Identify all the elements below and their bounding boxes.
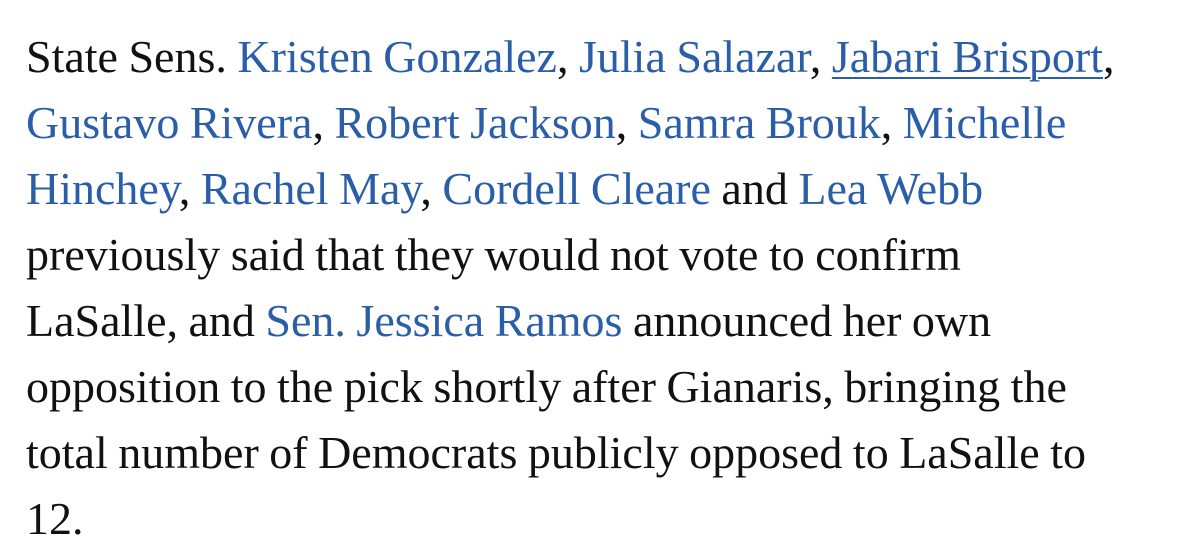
- link-jabari-brisport[interactable]: Jabari Brisport: [832, 31, 1103, 82]
- link-kristen-gonzalez[interactable]: Kristen Gonzalez: [237, 31, 557, 82]
- link-robert-jackson[interactable]: Robert Jackson: [334, 97, 615, 148]
- and-text: and: [721, 163, 788, 214]
- line5-start-text: LaSalle, and: [26, 295, 255, 346]
- link-samra-brouk[interactable]: Samra Brouk: [638, 97, 881, 148]
- line5-end-text: announced her own: [632, 295, 992, 346]
- link-julia-salazar[interactable]: Julia Salazar: [579, 31, 810, 82]
- text-line-5: LaSalle, and Sen. Jessica Ramos announce…: [26, 288, 1180, 354]
- article-paragraph: State Sens. Kristen Gonzalez, Julia Sala…: [26, 24, 1180, 552]
- text-line-4: previously said that they would not vote…: [26, 229, 961, 280]
- text-line-7: total number of Democrats publicly oppos…: [26, 427, 1086, 478]
- text-line-8: 12.: [26, 493, 84, 544]
- intro-text: State Sens.: [26, 31, 227, 82]
- article-body: State Sens. Kristen Gonzalez, Julia Sala…: [0, 0, 1200, 544]
- link-cordell-cleare[interactable]: Cordell Cleare: [442, 163, 711, 214]
- link-michelle-hinchey-part1[interactable]: Michelle: [903, 97, 1067, 148]
- link-rachel-may[interactable]: Rachel May: [201, 163, 421, 214]
- link-michelle-hinchey-part2[interactable]: Hinchey: [26, 163, 179, 214]
- text-line-3: Hinchey, Rachel May, Cordell Cleare and …: [26, 163, 984, 214]
- link-lea-webb[interactable]: Lea Webb: [798, 163, 983, 214]
- text-line-2: Gustavo Rivera, Robert Jackson, Samra Br…: [26, 97, 1067, 148]
- link-jessica-ramos[interactable]: Sen. Jessica Ramos: [265, 295, 622, 346]
- link-gustavo-rivera[interactable]: Gustavo Rivera: [26, 97, 312, 148]
- text-line-6: opposition to the pick shortly after Gia…: [26, 361, 1067, 412]
- text-line-1: State Sens. Kristen Gonzalez, Julia Sala…: [26, 31, 1115, 82]
